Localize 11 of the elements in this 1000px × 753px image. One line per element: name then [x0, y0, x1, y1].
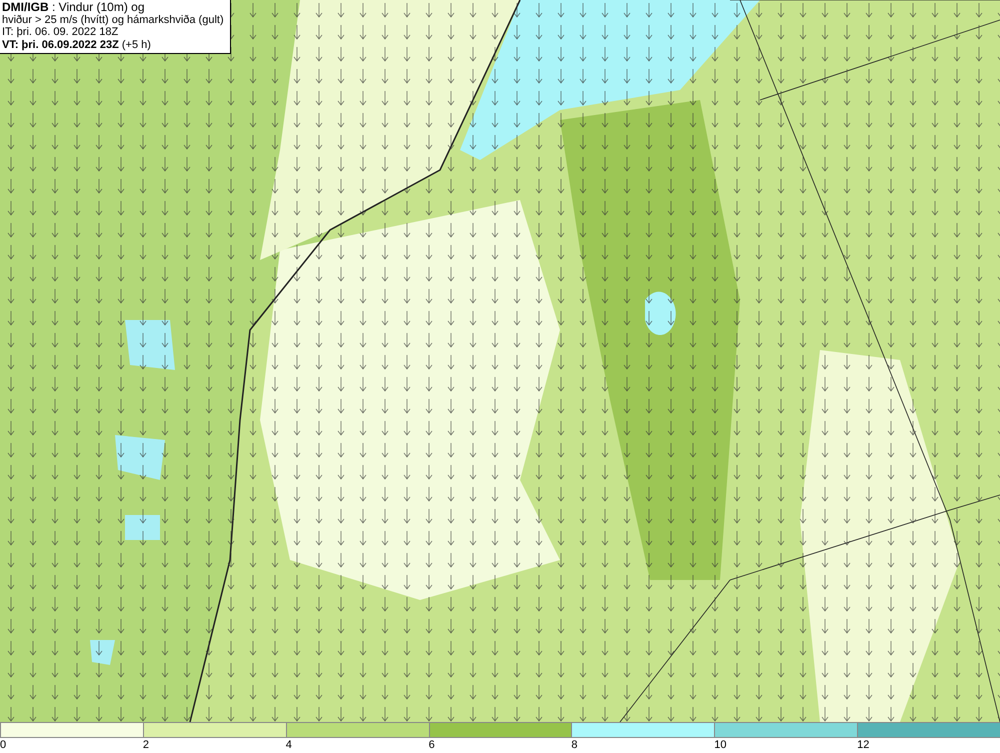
caption-line: DMI/IGB : Vindur (10m) og: [2, 1, 146, 14]
legend-tick-label: 4: [286, 739, 292, 751]
caption-line: hviður > 25 m/s (hvítt) og hámarkshviða (gult): [2, 14, 225, 26]
legend-tick-label: 12: [857, 739, 870, 751]
legend-tick-label: 6: [428, 739, 435, 751]
caption-line: IT: þri. 06. 09. 2022 18Z: [2, 26, 120, 38]
legend-tick-label: 10: [714, 739, 727, 751]
legend-tick-label: 0: [0, 739, 6, 751]
legend-tick-label: 2: [142, 739, 149, 751]
caption-line: VT: þri. 06.09.2022 23Z (+5 h): [2, 38, 152, 51]
legend-tick-label: 8: [571, 739, 578, 751]
